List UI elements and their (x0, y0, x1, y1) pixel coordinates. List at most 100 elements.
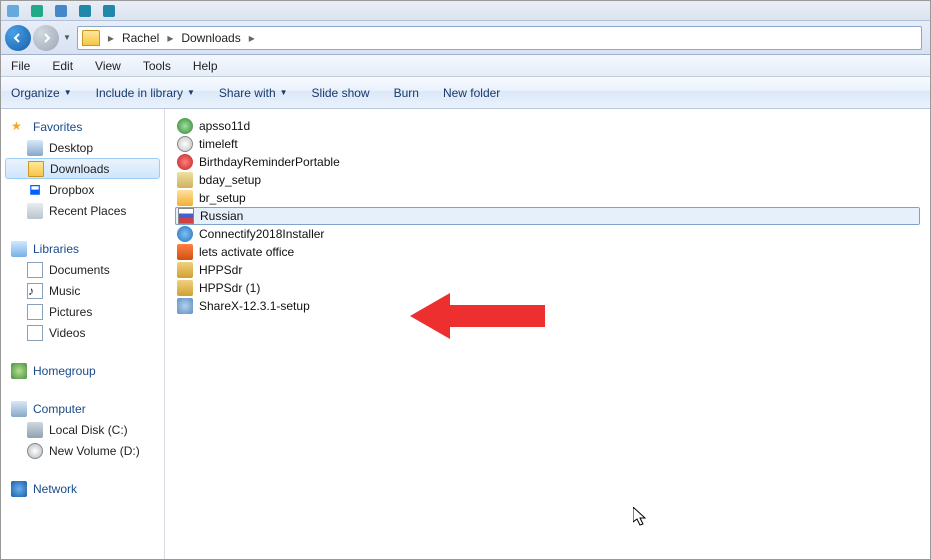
file-item[interactable]: ShareX-12.3.1-setup (175, 297, 920, 315)
sidebar-item-documents[interactable]: Documents (1, 259, 164, 280)
breadcrumb-separator[interactable]: ▸ (165, 31, 175, 45)
sidebar-item-label: Music (49, 284, 80, 298)
sidebar-item-local-disk-c[interactable]: Local Disk (C:) (1, 419, 164, 440)
sidebar-item-label: Recent Places (49, 204, 126, 218)
share-with-menu[interactable]: Share with▼ (219, 86, 288, 100)
browser-tab[interactable] (7, 5, 23, 17)
recent-locations-dropdown[interactable]: ▼ (63, 33, 71, 42)
sidebar-header-label: Computer (33, 402, 86, 416)
menu-tools[interactable]: Tools (139, 57, 175, 75)
sidebar-item-pictures[interactable]: Pictures (1, 301, 164, 322)
hp-icon (177, 262, 193, 278)
bday-icon (177, 154, 193, 170)
sidebar-header-label: Network (33, 482, 77, 496)
sidebar-header-label: Libraries (33, 242, 79, 256)
homegroup-icon (11, 363, 27, 379)
sidebar-header-label: Favorites (33, 120, 82, 134)
file-item[interactable]: br_setup (175, 189, 920, 207)
browser-tab[interactable] (55, 5, 71, 17)
office-icon (177, 244, 193, 260)
arrow-right-icon (41, 33, 51, 43)
file-name-label: ShareX-12.3.1-setup (199, 299, 310, 313)
burn-button[interactable]: Burn (394, 86, 419, 100)
sidebar-item-label: Local Disk (C:) (49, 423, 128, 437)
libraries-icon (11, 241, 27, 257)
sidebar-favorites-header[interactable]: ★ Favorites (1, 117, 164, 137)
sidebar-computer-group: Computer Local Disk (C:) New Volume (D:) (1, 399, 164, 461)
file-item[interactable]: Connectify2018Installer (175, 225, 920, 243)
file-item[interactable]: HPPSdr (1) (175, 279, 920, 297)
breadcrumb-segment[interactable]: Downloads (175, 27, 246, 49)
sidebar-network-header[interactable]: Network (1, 479, 164, 499)
sidebar-item-label: Videos (49, 326, 85, 340)
navigation-bar: ▼ ▸ Rachel ▸ Downloads ▸ (1, 21, 930, 55)
breadcrumb-separator[interactable]: ▸ (106, 31, 116, 45)
computer-icon (11, 401, 27, 417)
file-item[interactable]: timeleft (175, 135, 920, 153)
file-name-label: bday_setup (199, 173, 261, 187)
network-icon (11, 481, 27, 497)
chevron-down-icon: ▼ (64, 88, 72, 97)
dropbox-icon: ⬓ (27, 182, 43, 198)
sidebar-item-label: Desktop (49, 141, 93, 155)
sidebar-item-desktop[interactable]: Desktop (1, 137, 164, 158)
music-icon: ♪ (27, 283, 43, 299)
sidebar-item-label: Downloads (50, 162, 109, 176)
sidebar-item-label: Dropbox (49, 183, 94, 197)
menu-bar: File Edit View Tools Help (1, 55, 930, 77)
menu-help[interactable]: Help (189, 57, 222, 75)
forward-button[interactable] (33, 25, 59, 51)
sidebar-item-dropbox[interactable]: ⬓ Dropbox (1, 179, 164, 200)
recent-places-icon (27, 203, 43, 219)
file-name-label: Russian (200, 209, 243, 223)
menu-view[interactable]: View (91, 57, 125, 75)
file-item[interactable]: lets activate office (175, 243, 920, 261)
file-item[interactable]: BirthdayReminderPortable (175, 153, 920, 171)
sidebar-item-videos[interactable]: Videos (1, 322, 164, 343)
sidebar-homegroup-header[interactable]: Homegroup (1, 361, 164, 381)
star-icon: ★ (11, 119, 27, 135)
slideshow-button[interactable]: Slide show (312, 86, 370, 100)
documents-icon (27, 262, 43, 278)
sidebar-item-label: Pictures (49, 305, 92, 319)
new-folder-button[interactable]: New folder (443, 86, 500, 100)
sidebar-item-recent-places[interactable]: Recent Places (1, 200, 164, 221)
menu-edit[interactable]: Edit (48, 57, 77, 75)
chevron-down-icon: ▼ (187, 88, 195, 97)
chevron-down-icon: ▼ (280, 88, 288, 97)
sidebar-item-music[interactable]: ♪ Music (1, 280, 164, 301)
browser-tab[interactable] (31, 5, 47, 17)
file-item[interactable]: apsso11d (175, 117, 920, 135)
include-in-library-menu[interactable]: Include in library▼ (96, 86, 195, 100)
file-name-label: BirthdayReminderPortable (199, 155, 340, 169)
sidebar-item-downloads[interactable]: Downloads (5, 158, 160, 179)
br-icon (177, 190, 193, 206)
file-list-pane[interactable]: apsso11d timeleft BirthdayReminderPortable… (165, 109, 930, 559)
sidebar-header-label: Homegroup (33, 364, 96, 378)
file-name-label: apsso11d (199, 119, 250, 133)
hard-disk-icon (27, 422, 43, 438)
sidebar-computer-header[interactable]: Computer (1, 399, 164, 419)
browser-tab[interactable] (103, 5, 119, 17)
breadcrumb-segment[interactable]: Rachel (116, 27, 165, 49)
breadcrumb-separator[interactable]: ▸ (247, 31, 257, 45)
file-item[interactable]: bday_setup (175, 171, 920, 189)
menu-file[interactable]: File (7, 57, 34, 75)
sidebar-libraries-header[interactable]: Libraries (1, 239, 164, 259)
address-bar[interactable]: ▸ Rachel ▸ Downloads ▸ (77, 26, 922, 50)
sidebar-network-group: Network (1, 479, 164, 499)
file-item[interactable]: Russian (175, 207, 920, 225)
sharex-icon (177, 298, 193, 314)
file-item[interactable]: HPPSdr (175, 261, 920, 279)
sidebar-item-new-volume-d[interactable]: New Volume (D:) (1, 440, 164, 461)
folder-icon (82, 30, 100, 46)
file-name-label: br_setup (199, 191, 246, 205)
command-bar: Organize▼ Include in library▼ Share with… (1, 77, 930, 109)
back-button[interactable] (5, 25, 31, 51)
browser-tab[interactable] (79, 5, 95, 17)
file-name-label: timeleft (199, 137, 238, 151)
sidebar-favorites-group: ★ Favorites Desktop Downloads ⬓ Dropbox R… (1, 117, 164, 221)
desktop-icon (27, 140, 43, 156)
file-name-label: lets activate office (199, 245, 294, 259)
organize-menu[interactable]: Organize▼ (11, 86, 72, 100)
